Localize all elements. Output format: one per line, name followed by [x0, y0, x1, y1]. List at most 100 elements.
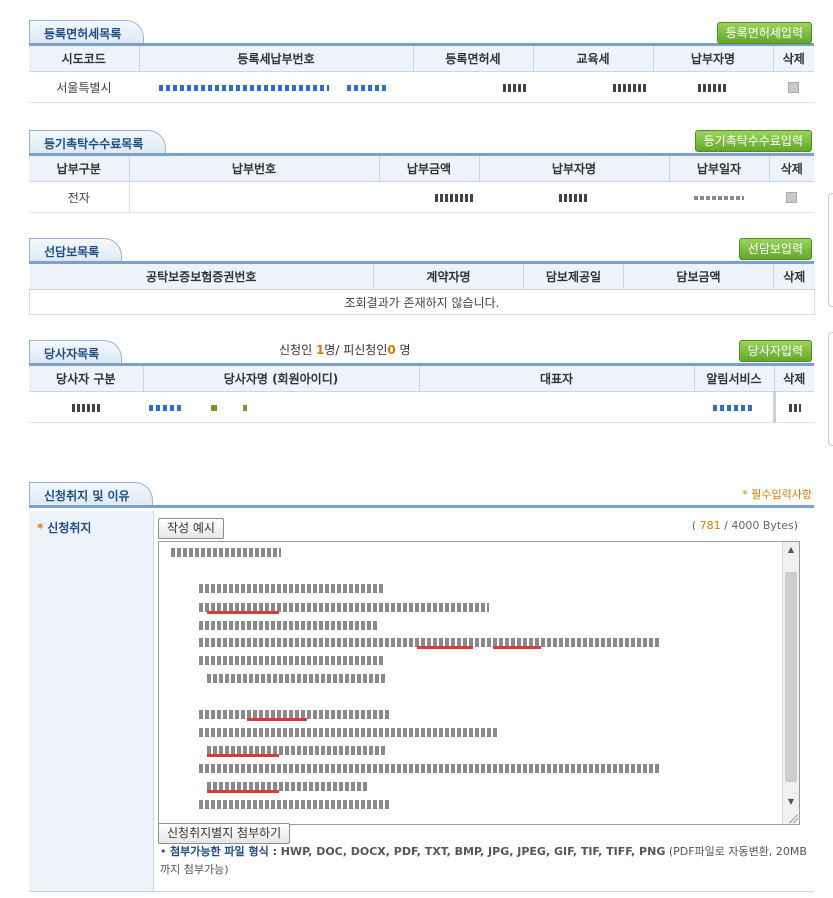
- tax-amount-cell: [413, 71, 533, 103]
- payer-name-cell: [653, 71, 773, 103]
- col-header: 삭제: [773, 264, 815, 290]
- table-row: 서울특별시: [29, 71, 814, 103]
- scroll-down-arrow-icon[interactable]: ▼: [783, 794, 799, 810]
- redacted-text: [199, 764, 659, 773]
- payment-amount-cell: [379, 181, 479, 213]
- section-divider: [29, 153, 814, 156]
- col-header: 계약자명: [373, 264, 524, 290]
- scroll-thumb[interactable]: [785, 572, 797, 782]
- collateral-section: 선담보목록 선담보입력 공탁보증보험증권번호 계약자명 담보제공일 담보금액 삭…: [29, 238, 815, 315]
- side-panel-edge: [828, 332, 833, 446]
- reg-tax-section: 등록면허세목록 등록면허세입력 시도코드 등록세납부번호 등록면허세 교육세 납…: [29, 20, 814, 103]
- party-header: 당사자목록 신청인 1명/ 피신청인0 명 당사자입력: [29, 340, 814, 366]
- required-note: * 필수입력사항: [742, 488, 812, 501]
- redacted-text: [713, 404, 754, 411]
- payment-type-cell: 전자: [29, 181, 130, 213]
- collateral-table: 공탁보증보험증권번호 계약자명 담보제공일 담보금액 삭제 조회결과가 존재하지…: [29, 264, 815, 315]
- respondent-label: 명/ 피신청인: [324, 343, 388, 357]
- party-count: 신청인 1명/ 피신청인0 명: [279, 341, 411, 358]
- redacted-text: [503, 83, 527, 92]
- reg-tax-title: 등록면허세목록: [29, 20, 145, 45]
- field-label-cell: * 신청취지: [29, 511, 154, 891]
- delete-checkbox[interactable]: [786, 192, 797, 203]
- withdrawal-form-row: * 신청취지 작성 예시 ( 781 / 4000 Bytes) ▲ ▼ 신청취…: [29, 511, 814, 892]
- delete-checkbox[interactable]: [788, 82, 799, 93]
- redacted-text: [435, 193, 475, 202]
- section-divider: [29, 43, 814, 46]
- col-header: 삭제: [774, 366, 814, 392]
- notify-service-cell: [694, 391, 776, 423]
- col-header: 당사자명 (회원아이디): [143, 366, 420, 392]
- redacted-mark: [207, 790, 279, 793]
- count-unit: 명: [395, 343, 411, 357]
- edu-tax-cell: [533, 71, 653, 103]
- redacted-text: [199, 800, 389, 809]
- reg-tax-table: 시도코드 등록세납부번호 등록면허세 교육세 납부자명 삭제 서울특별시: [29, 46, 814, 103]
- redacted-mark: [247, 718, 307, 721]
- file-format-list: HWP, DOC, DOCX, PDF, TXT, BMP, JPG, JPEG…: [276, 845, 666, 858]
- example-button[interactable]: 작성 예시: [158, 518, 224, 539]
- col-header: 대표자: [419, 366, 695, 392]
- textarea-scrollbar[interactable]: ▲ ▼: [782, 542, 799, 824]
- col-header: 담보제공일: [523, 264, 624, 290]
- byte-open: (: [691, 519, 700, 532]
- add-collateral-button[interactable]: 선담보입력: [738, 238, 812, 260]
- add-fee-button[interactable]: 등기촉탁수수료입력: [694, 130, 812, 152]
- fee-title: 등기촉탁수수료목록: [29, 130, 167, 155]
- col-header: 등록면허세: [413, 46, 534, 72]
- col-header: 삭제: [773, 46, 814, 72]
- col-header: 납부자명: [479, 156, 670, 182]
- payment-number-cell: [129, 181, 379, 213]
- attach-file-button[interactable]: 신청취지별지 첨부하기: [158, 823, 291, 844]
- party-title: 당사자목록: [29, 340, 123, 365]
- col-header: 당사자 구분: [29, 366, 144, 392]
- field-label: * 신청취지: [37, 519, 91, 536]
- reg-tax-header: 등록면허세목록 등록면허세입력: [29, 20, 814, 46]
- redacted-mark: [207, 754, 279, 757]
- add-reg-tax-button[interactable]: 등록면허세입력: [716, 22, 812, 44]
- redacted-mark: [493, 646, 541, 649]
- fee-table: 납부구분 납부번호 납부금액 납부자명 납부일자 삭제 전자: [29, 156, 814, 213]
- col-header: 교육세: [533, 46, 654, 72]
- byte-counter: ( 781 / 4000 Bytes): [692, 519, 798, 532]
- party-table: 당사자 구분 당사자명 (회원아이디) 대표자 알림서비스 삭제: [29, 366, 814, 423]
- col-header: 납부일자: [669, 156, 770, 182]
- table-row: 조회결과가 존재하지 않습니다.: [29, 289, 815, 315]
- col-header: 납부금액: [379, 156, 480, 182]
- add-party-button[interactable]: 당사자입력: [738, 340, 812, 362]
- redacted-text: [159, 84, 329, 91]
- payment-date-cell: [669, 181, 769, 213]
- redacted-text: [694, 195, 744, 200]
- table-row: 전자: [29, 181, 814, 213]
- byte-max: / 4000 Bytes): [720, 519, 798, 532]
- payer-name-cell: [479, 181, 669, 213]
- col-header: 등록세납부번호: [139, 46, 414, 72]
- representative-cell: [419, 391, 694, 423]
- redacted-text: [346, 84, 389, 91]
- redacted-text: [559, 193, 589, 202]
- col-header: 납부구분: [29, 156, 130, 182]
- withdrawal-title: 신청취지 및 이유: [29, 482, 153, 507]
- col-header: 삭제: [769, 156, 814, 182]
- delete-cell: [774, 391, 814, 423]
- party-type-cell: [29, 391, 143, 423]
- col-header: 알림서비스: [694, 366, 775, 392]
- redacted-text: [199, 584, 384, 593]
- redacted-text: [210, 404, 217, 411]
- scroll-up-arrow-icon[interactable]: ▲: [783, 542, 799, 558]
- field-label-text: 신청취지: [47, 521, 92, 535]
- delete-cell: [769, 181, 814, 213]
- fee-section: 등기촉탁수수료목록 등기촉탁수수료입력 납부구분 납부번호 납부금액 납부자명 …: [29, 130, 814, 213]
- redacted-text: [242, 404, 247, 411]
- redacted-text: [199, 656, 384, 665]
- withdrawal-textarea[interactable]: ▲ ▼: [158, 541, 800, 825]
- side-panel-edge: [828, 193, 833, 307]
- collateral-title: 선담보목록: [29, 238, 123, 263]
- redacted-text: [613, 83, 647, 92]
- section-divider: [29, 261, 814, 264]
- resize-grip-icon[interactable]: [788, 813, 798, 823]
- collateral-header: 선담보목록 선담보입력: [29, 238, 814, 264]
- table-header-row: 당사자 구분 당사자명 (회원아이디) 대표자 알림서비스 삭제: [29, 366, 814, 392]
- empty-message: 조회결과가 존재하지 않습니다.: [29, 289, 815, 315]
- redacted-text: [199, 728, 499, 737]
